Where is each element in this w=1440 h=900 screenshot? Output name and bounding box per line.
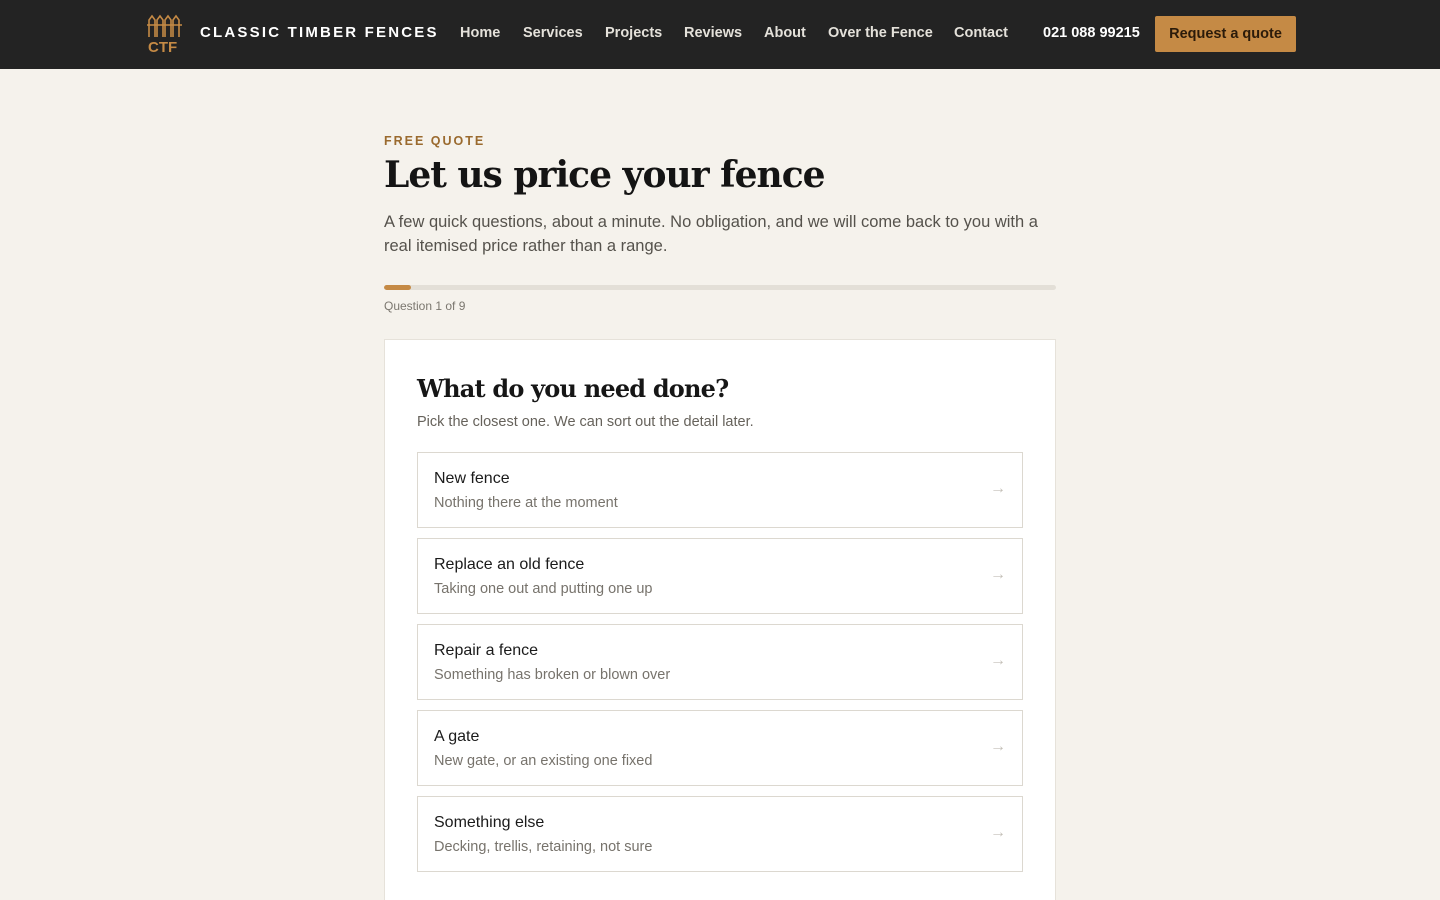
option-replace-fence[interactable]: Replace an old fence Taking one out and … — [417, 538, 1023, 614]
progress-fill — [384, 285, 411, 290]
logo-text: CTF — [148, 39, 177, 55]
question-subtitle: Pick the closest one. We can sort out th… — [417, 414, 754, 430]
option-list: New fence Nothing there at the moment → … — [417, 452, 1023, 872]
request-quote-button[interactable]: Request a quote — [1155, 16, 1296, 52]
arrow-right-icon: → — [990, 738, 1006, 755]
option-title: New fence — [434, 470, 510, 487]
question-title: What do you need done? — [417, 374, 729, 403]
brand-name[interactable]: CLASSIC TIMBER FENCES — [200, 24, 439, 41]
option-description: Nothing there at the moment — [434, 495, 618, 511]
arrow-right-icon: → — [990, 824, 1006, 841]
nav-services[interactable]: Services — [523, 25, 583, 41]
option-title: Repair a fence — [434, 642, 539, 659]
phone-link[interactable]: 021 088 99215 — [1043, 25, 1140, 41]
option-description: New gate, or an existing one fixed — [434, 753, 653, 769]
progress-bar — [384, 285, 1056, 290]
option-something-else[interactable]: Something else Decking, trellis, retaini… — [417, 796, 1023, 872]
option-title: Replace an old fence — [434, 556, 585, 573]
progress-label: Question 1 of 9 — [384, 299, 466, 313]
option-gate[interactable]: A gate New gate, or an existing one fixe… — [417, 710, 1023, 786]
nav-reviews[interactable]: Reviews — [684, 25, 742, 41]
eyebrow-label: FREE QUOTE — [384, 134, 486, 148]
option-new-fence[interactable]: New fence Nothing there at the moment → — [417, 452, 1023, 528]
option-description: Something has broken or blown over — [434, 667, 671, 683]
option-description: Taking one out and putting one up — [434, 581, 653, 597]
page-title: Let us price your fence — [384, 154, 826, 196]
arrow-right-icon: → — [990, 652, 1006, 669]
top-navbar: CTF CLASSIC TIMBER FENCES Home Services … — [0, 0, 1440, 69]
nav-over-the-fence[interactable]: Over the Fence — [828, 25, 933, 41]
option-title: Something else — [434, 814, 545, 831]
question-card: What do you need done? Pick the closest … — [384, 339, 1056, 900]
nav-about[interactable]: About — [764, 25, 806, 41]
nav-contact[interactable]: Contact — [954, 25, 1008, 41]
arrow-right-icon: → — [990, 566, 1006, 583]
fence-logo-icon[interactable]: CTF — [146, 13, 186, 55]
option-title: A gate — [434, 728, 480, 745]
arrow-right-icon: → — [990, 480, 1006, 497]
option-repair-fence[interactable]: Repair a fence Something has broken or b… — [417, 624, 1023, 700]
option-description: Decking, trellis, retaining, not sure — [434, 839, 653, 855]
intro-text: A few quick questions, about a minute. N… — [384, 213, 1038, 255]
nav-projects[interactable]: Projects — [605, 25, 662, 41]
nav-home[interactable]: Home — [460, 25, 500, 41]
